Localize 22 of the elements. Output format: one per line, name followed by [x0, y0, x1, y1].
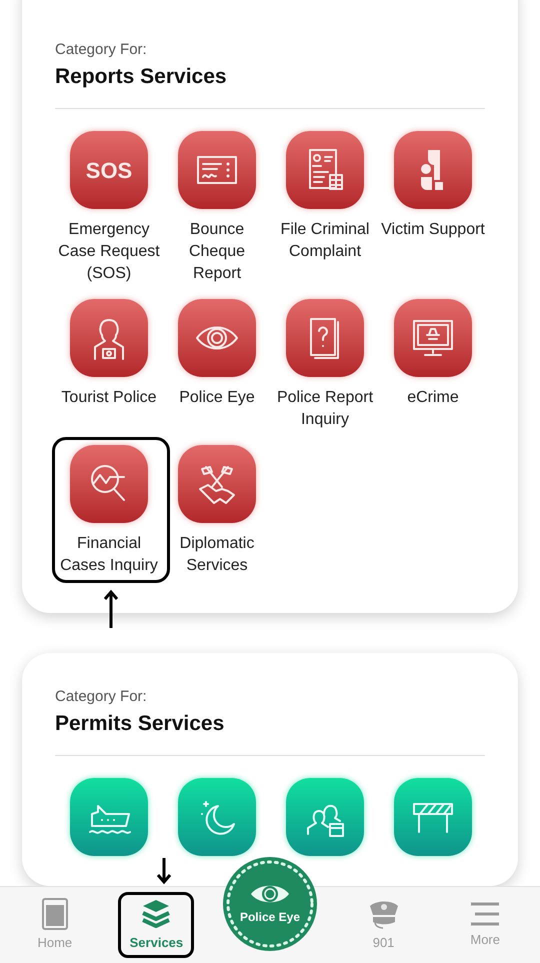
tablet-icon — [40, 898, 69, 930]
service-item[interactable]: Tourist Police — [55, 291, 163, 437]
service-item[interactable]: Police Eye — [163, 291, 271, 437]
service-item[interactable]: eCrime — [379, 291, 487, 437]
service-item[interactable]: Police Report Inquiry — [271, 291, 379, 437]
layers-icon — [141, 898, 172, 930]
category-title: Permits Services — [55, 711, 226, 737]
category-caption: Category For: — [55, 40, 148, 60]
category-title: Reports Services — [55, 64, 228, 90]
nav-tab[interactable]: Services — [118, 892, 194, 958]
up-arrow — [103, 589, 119, 629]
service-item[interactable]: SOS Emergency Case Request (SOS) — [55, 123, 163, 291]
menu-icon — [469, 900, 502, 927]
service-item[interactable]: Bounce Cheque Report — [163, 123, 271, 291]
service-item[interactable]: Diplomatic Services — [163, 437, 271, 583]
service-item[interactable]: Financial Cases Inquiry — [55, 437, 163, 583]
service-item[interactable]: Victim Support — [379, 123, 487, 291]
down-arrow — [156, 857, 172, 885]
category-caption: Category For: — [55, 687, 148, 707]
police-eye-button[interactable]: Police Eye — [222, 857, 317, 951]
sos-text: SOS — [86, 156, 132, 184]
service-item[interactable]: File Criminal Complaint — [271, 123, 379, 291]
